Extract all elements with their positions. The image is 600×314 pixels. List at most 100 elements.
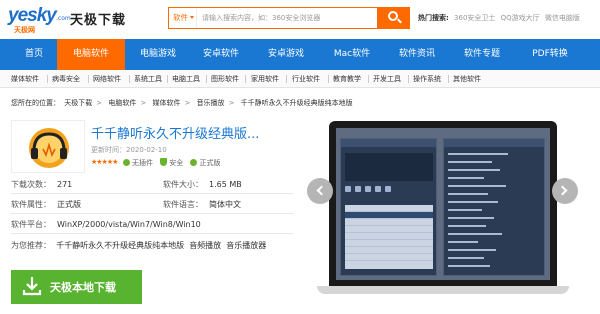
subnav-item[interactable]: 媒体软件 [11, 70, 39, 88]
player-titlebar [341, 139, 436, 147]
chevron-right-icon [557, 185, 568, 196]
breadcrumb-link[interactable]: 电脑软件 [108, 99, 136, 107]
hot-search-link[interactable]: 微信电脑版 [545, 14, 580, 22]
lyrics-titlebar [444, 139, 544, 147]
carousel-next-button[interactable] [552, 178, 578, 204]
platform-info: 软件平台： WinXP/2000/vista/Win7/Win8/Win10 [11, 219, 201, 230]
subnav-item[interactable]: 其他软件 [453, 70, 481, 88]
breadcrumb-separator: > [140, 99, 147, 107]
nav-item-pc-games[interactable]: 电脑游戏 [127, 39, 189, 70]
badge-no-plugin: 无插件 [123, 158, 153, 168]
download-button[interactable]: 天极本地下载 [11, 270, 142, 304]
subnav-divider [88, 75, 89, 83]
subnav-divider [328, 75, 329, 83]
sub-nav: 媒体软件 病毒安全 网络软件 系统工具 电脑工具 图形软件 家用软件 行业软件 … [0, 70, 600, 88]
site-logo[interactable]: yesky .com 天极网 [8, 5, 71, 34]
recommend-link[interactable]: 千千静听永久不升级经典版纯本地版 [56, 241, 184, 250]
downloads-value: 271 [57, 180, 73, 189]
screenshot-image[interactable] [336, 128, 550, 280]
laptop-frame [329, 121, 557, 287]
nav-item-android-software[interactable]: 安卓软件 [191, 39, 251, 70]
update-date: 更新时间：2020-02-10 [91, 145, 167, 155]
hot-search-link[interactable]: QQ游戏大厅 [501, 14, 540, 22]
subnav-item[interactable]: 教育教学 [333, 70, 361, 88]
badge-safe: 安全 [160, 158, 183, 168]
subnav-item[interactable]: 行业软件 [292, 70, 320, 88]
lyrics-window [443, 138, 545, 276]
breadcrumb-separator: > [96, 99, 103, 107]
recommend-link[interactable]: 音频播放 [189, 241, 221, 250]
search-button[interactable] [377, 7, 410, 29]
software-badges: 无插件 安全 正式版 [123, 158, 225, 168]
screenshot-carousel [307, 121, 578, 314]
player-window [340, 138, 437, 276]
carousel-prev-button[interactable] [307, 178, 333, 204]
subnav-item[interactable]: 病毒安全 [52, 70, 80, 88]
hot-search-label: 热门搜索: [418, 14, 449, 22]
player-playlist [345, 205, 433, 269]
site-name[interactable]: 天极下载 [70, 9, 126, 28]
attr-label: 软件属性： [11, 200, 51, 209]
hot-search-link[interactable]: 360安全卫士 [454, 14, 495, 22]
logo-com: .com [56, 15, 71, 22]
main-nav: 首页 电脑软件 电脑游戏 安卓软件 安卓游戏 Mac软件 软件资讯 软件专题 P… [0, 39, 600, 70]
player-visualizer [345, 153, 433, 181]
nav-item-topics[interactable]: 软件专题 [451, 39, 513, 70]
subnav-divider [408, 75, 409, 83]
subnav-item[interactable]: 图形软件 [211, 70, 239, 88]
subnav-item[interactable]: 电脑工具 [172, 70, 200, 88]
logo-text: yesky [8, 5, 57, 26]
recommend-link[interactable]: 音乐播放器 [226, 241, 266, 250]
size-label: 软件大小： [163, 180, 203, 189]
breadcrumb-link[interactable]: 音乐播放 [197, 99, 225, 107]
logo-sub: 天极网 [14, 26, 35, 34]
downloads-label: 下载次数： [11, 180, 51, 189]
subnav-item[interactable]: 网络软件 [93, 70, 121, 88]
chevron-down-icon [190, 16, 194, 19]
size-info: 软件大小： 1.65 MB [163, 179, 242, 190]
subnav-item[interactable]: 开发工具 [373, 70, 401, 88]
nav-item-pdf[interactable]: PDF转换 [517, 39, 583, 70]
nav-item-android-games[interactable]: 安卓游戏 [255, 39, 317, 70]
divider [11, 213, 293, 214]
nav-item-home[interactable]: 首页 [12, 39, 56, 70]
chevron-left-icon [316, 185, 327, 196]
nav-item-news[interactable]: 软件资讯 [386, 39, 448, 70]
breadcrumb-separator: > [228, 99, 235, 107]
search-icon-handle [397, 18, 402, 24]
lang-label: 软件语言： [163, 200, 203, 209]
breadcrumb-separator: > [184, 99, 191, 107]
breadcrumb-link[interactable]: 媒体软件 [152, 99, 180, 107]
subnav-divider [129, 75, 130, 83]
software-icon [11, 120, 85, 173]
shield-icon [160, 158, 168, 166]
breadcrumb: 您所在的位置： 天极下载 > 电脑软件 > 媒体软件 > 音乐播放 > 千千静听永久不升… [11, 98, 355, 108]
platform-value: WinXP/2000/vista/Win7/Win8/Win10 [57, 220, 201, 229]
subnav-item[interactable]: 家用软件 [251, 70, 279, 88]
downloads-info: 下载次数： 271 [11, 179, 72, 190]
subnav-item[interactable]: 操作系统 [413, 70, 441, 88]
subnav-divider [47, 75, 48, 83]
search-category-label: 软件 [173, 13, 188, 22]
subnav-divider [448, 75, 449, 83]
breadcrumb-link[interactable]: 天极下载 [64, 99, 92, 107]
subnav-divider [206, 75, 207, 83]
lang-value: 简体中文 [209, 200, 241, 209]
player-controls [345, 185, 433, 193]
nav-item-mac-software[interactable]: Mac软件 [321, 39, 383, 70]
update-label: 更新时间： [91, 146, 126, 154]
divider [11, 233, 293, 234]
search-category-select[interactable]: 软件 [169, 8, 197, 28]
nav-item-pc-software[interactable]: 电脑软件 [57, 39, 125, 70]
attr-value: 正式版 [57, 200, 81, 209]
platform-label: 软件平台： [11, 220, 51, 229]
search-bar: 软件 [168, 7, 410, 29]
badge-label: 正式版 [199, 159, 221, 167]
check-icon [123, 159, 130, 166]
subnav-item[interactable]: 系统工具 [134, 70, 162, 88]
search-input[interactable] [199, 8, 375, 28]
recommend-section: 为您推荐： 千千静听永久不升级经典版纯本地版 音频播放 音乐播放器 [11, 240, 299, 252]
subnav-divider [167, 75, 168, 83]
rating-stars: ★★★★★ [91, 158, 118, 166]
update-value: 2020-02-10 [126, 146, 167, 154]
